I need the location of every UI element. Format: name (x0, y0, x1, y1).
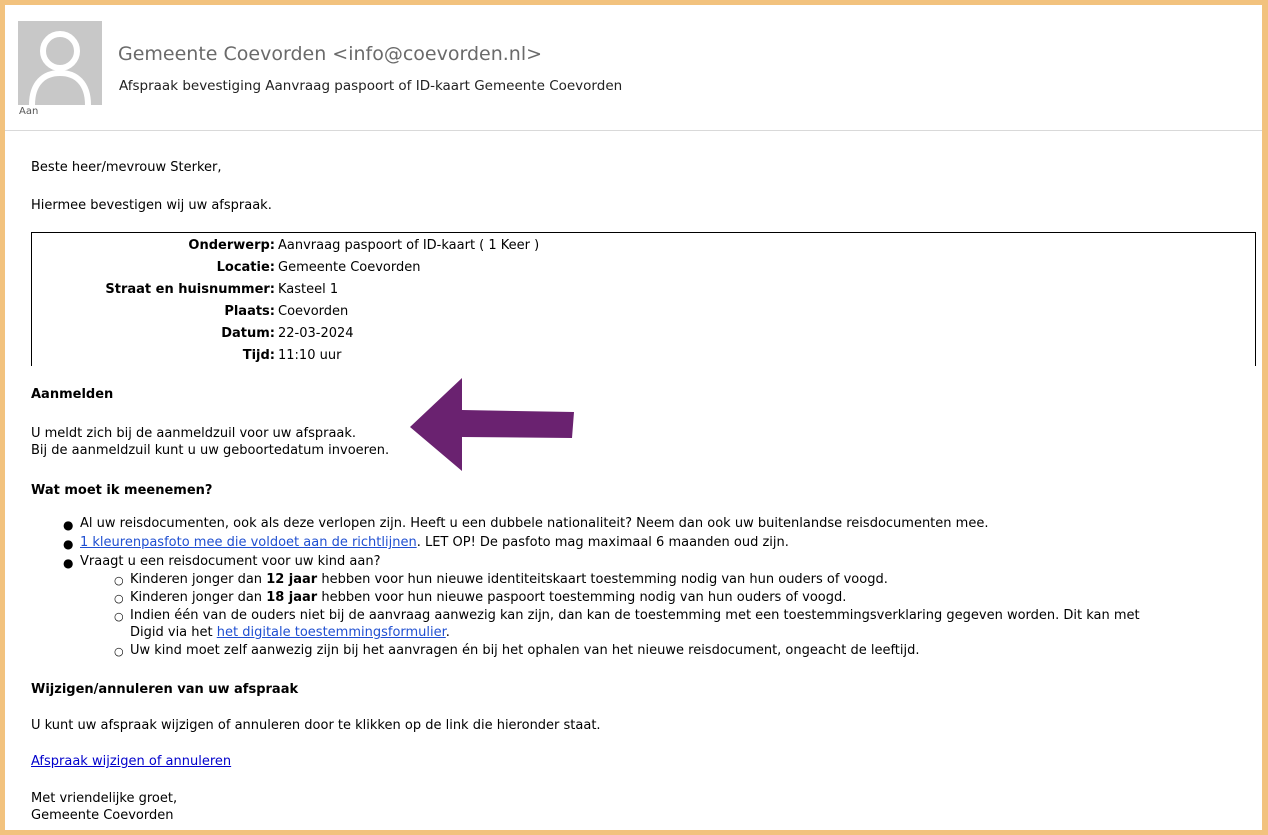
email-header: Aan Gemeente Coevorden <info@coevorden.n… (5, 5, 1262, 131)
circle-bullet-icon: ○ (114, 645, 124, 658)
detail-row: Plaats: Coevorden (32, 304, 1255, 326)
arrow-left-icon (410, 378, 574, 471)
afspraak-wijzigen-link[interactable]: Afspraak wijzigen of annuleren (31, 754, 231, 769)
detail-row: Tijd: 11:10 uur (32, 348, 1255, 370)
sub-list-item: Uw kind moet zelf aanwezig zijn bij het … (130, 643, 920, 658)
bullet-icon: ● (63, 556, 74, 570)
to-label: Aan (19, 106, 39, 117)
detail-label: Tijd: (242, 348, 275, 363)
circle-bullet-icon: ○ (114, 592, 124, 605)
sub-text: hebben voor hun nieuwe paspoort toestemm… (317, 590, 847, 605)
detail-label: Locatie: (216, 260, 275, 275)
closing-line1: Met vriendelijke groet, (31, 791, 178, 806)
sub-list-item: Kinderen jonger dan 12 jaar hebben voor … (130, 572, 888, 587)
pasfoto-link[interactable]: 1 kleurenpasfoto mee die voldoet aan de … (80, 535, 417, 550)
aanmelden-line2: Bij de aanmeldzuil kunt u uw geboortedat… (31, 443, 390, 458)
greeting: Beste heer/mevrouw Sterker, (31, 160, 222, 175)
intro-text: Hiermee bevestigen wij uw afspraak. (31, 198, 272, 213)
appointment-details: Onderwerp: Aanvraag paspoort of ID-kaart… (31, 232, 1256, 366)
detail-row: Datum: 22-03-2024 (32, 326, 1255, 348)
list-item: Vraagt u een reisdocument voor uw kind a… (80, 554, 381, 569)
wijzigen-link-row: Afspraak wijzigen of annuleren (31, 754, 231, 769)
detail-row: Locatie: Gemeente Coevorden (32, 260, 1255, 282)
sub-bold: 18 jaar (266, 590, 318, 605)
toestemmingsformulier-link[interactable]: het digitale toestemmingsformulier (217, 625, 446, 640)
detail-row: Onderwerp: Aanvraag paspoort of ID-kaart… (32, 238, 1255, 260)
detail-label: Onderwerp: (188, 238, 275, 253)
detail-value: Gemeente Coevorden (278, 260, 421, 275)
detail-value: Coevorden (278, 304, 349, 319)
person-icon (18, 21, 102, 105)
sub-list-item-cont: Digid via het het digitale toestemmingsf… (130, 625, 450, 640)
detail-value: Kasteel 1 (278, 282, 339, 297)
circle-bullet-icon: ○ (114, 574, 124, 587)
list-item: 1 kleurenpasfoto mee die voldoet aan de … (80, 535, 789, 550)
wijzigen-text: U kunt uw afspraak wijzigen of annuleren… (31, 718, 601, 733)
detail-row: Straat en huisnummer: Kasteel 1 (32, 282, 1255, 304)
aanmelden-heading: Aanmelden (31, 387, 114, 402)
list-item-text: . LET OP! De pasfoto mag maximaal 6 maan… (416, 535, 789, 550)
wijzigen-heading: Wijzigen/annuleren van uw afspraak (31, 682, 299, 697)
sub-text: Kinderen jonger dan (130, 572, 267, 587)
detail-label: Plaats: (224, 304, 275, 319)
detail-label: Datum: (221, 326, 275, 341)
detail-value: 22-03-2024 (278, 326, 354, 341)
email-subject: Afspraak bevestiging Aanvraag paspoort o… (119, 78, 623, 94)
list-item: Al uw reisdocumenten, ook als deze verlo… (80, 516, 989, 531)
sub-text: Kinderen jonger dan (130, 590, 267, 605)
sender[interactable]: Gemeente Coevorden <info@coevorden.nl> (118, 43, 542, 65)
meenemen-heading: Wat moet ik meenemen? (31, 483, 213, 498)
detail-value: 11:10 uur (278, 348, 342, 363)
sub-text: hebben voor hun nieuwe identiteitskaart … (317, 572, 888, 587)
aanmelden-line1: U meldt zich bij de aanmeldzuil voor uw … (31, 426, 357, 441)
sub-text: Digid via het (130, 625, 217, 640)
sub-text: . (445, 625, 450, 640)
detail-value: Aanvraag paspoort of ID-kaart ( 1 Keer ) (278, 238, 540, 253)
sub-list-item: Kinderen jonger dan 18 jaar hebben voor … (130, 590, 846, 605)
bullet-icon: ● (63, 537, 74, 551)
sub-list-item: Indien één van de ouders niet bij de aan… (130, 608, 1140, 623)
closing-line2: Gemeente Coevorden (31, 808, 174, 823)
detail-label: Straat en huisnummer: (105, 282, 275, 297)
circle-bullet-icon: ○ (114, 610, 124, 623)
avatar (18, 21, 102, 105)
sub-bold: 12 jaar (266, 572, 318, 587)
bullet-icon: ● (63, 518, 74, 532)
